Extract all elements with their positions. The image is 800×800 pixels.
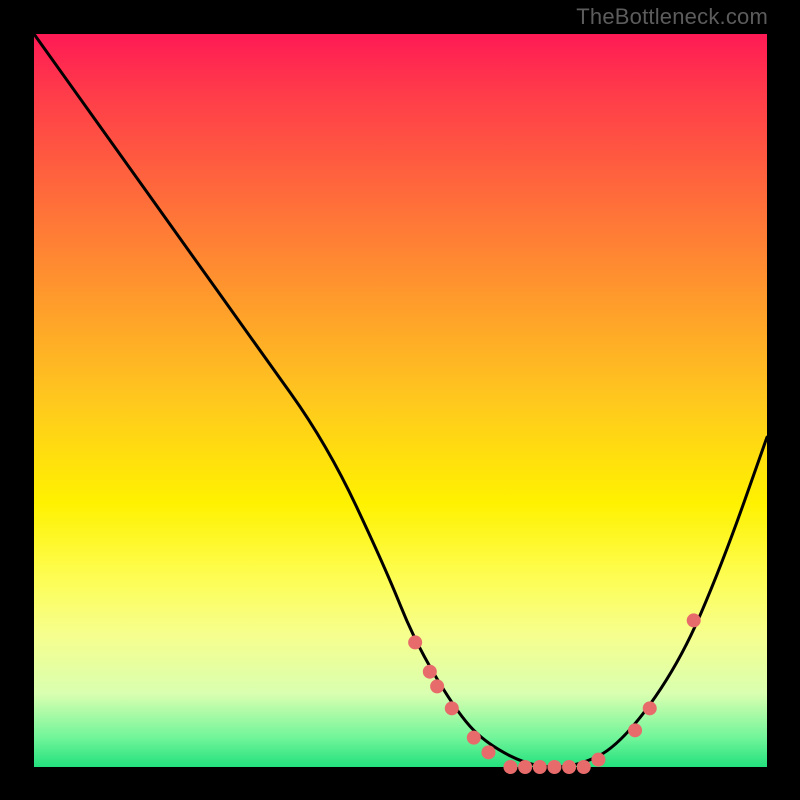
data-marker [467,731,481,745]
chart-frame: TheBottleneck.com [0,0,800,800]
data-marker [445,701,459,715]
data-marker [423,665,437,679]
plot-area [34,34,767,767]
data-marker [503,760,517,774]
data-marker [687,613,701,627]
data-marker [430,679,444,693]
data-marker [481,745,495,759]
data-marker [533,760,547,774]
data-marker [547,760,561,774]
curve-layer [34,34,767,767]
data-marker [408,635,422,649]
data-marker [518,760,532,774]
chart-svg [34,34,767,767]
data-marker [577,760,591,774]
bottleneck-curve [34,34,767,767]
data-marker [562,760,576,774]
data-marker [628,723,642,737]
data-marker [643,701,657,715]
watermark-text: TheBottleneck.com [576,4,768,30]
data-marker [591,753,605,767]
